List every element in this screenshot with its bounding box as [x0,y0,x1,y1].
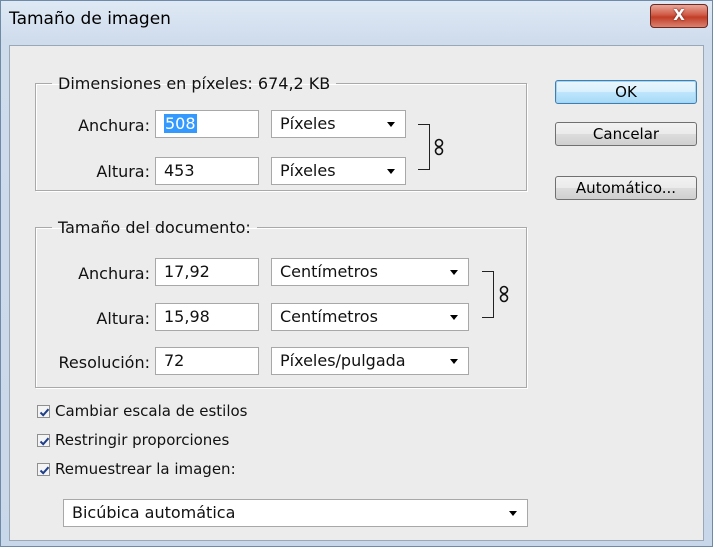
chevron-down-icon [450,359,458,364]
resolution-unit: Píxeles/pulgada [280,351,406,370]
chevron-down-icon [387,122,395,127]
pixel-width-unit-select[interactable]: Píxeles [271,110,406,138]
doc-width-input[interactable]: 17,92 [155,258,259,286]
doc-height-unit-select[interactable]: Centímetros [271,303,469,331]
doc-width-value: 17,92 [164,262,210,281]
constrain-checkbox[interactable] [37,434,50,447]
resample-checkbox[interactable] [37,463,50,476]
pixel-dimensions-legend: Dimensiones en píxeles: 674,2 KB [58,74,331,93]
pixel-width-value: 508 [164,114,197,133]
resolution-label: Resolución: [58,353,150,372]
scale-styles-checkbox[interactable] [37,405,50,418]
chevron-down-icon [387,169,395,174]
pixel-width-unit: Píxeles [280,114,336,133]
doc-width-unit-select[interactable]: Centímetros [271,258,469,286]
chevron-down-icon [450,270,458,275]
resolution-unit-select[interactable]: Píxeles/pulgada [271,347,469,375]
resolution-input[interactable]: 72 [155,347,259,375]
pixel-width-input[interactable]: 508 [155,110,259,138]
resolution-value: 72 [164,351,185,370]
constrain-label: Restringir proporciones [55,431,230,449]
pixel-height-unit-select[interactable]: Píxeles [271,157,406,185]
doc-height-label: Altura: [96,309,150,328]
pixel-height-input[interactable]: 453 [155,157,259,185]
chain-link-icon [499,285,509,303]
chevron-down-icon [450,315,458,320]
doc-width-label: Anchura: [78,264,150,283]
document-size-legend: Tamaño del documento: [58,218,251,237]
image-size-dialog: Tamaño de imagen X Dimensiones en píxele… [0,0,713,547]
cancel-button[interactable]: Cancelar [555,122,697,146]
window-title: Tamaño de imagen [9,9,171,29]
auto-button[interactable]: Automático... [555,176,697,200]
doc-height-value: 15,98 [164,307,210,326]
resample-method: Bicúbica automática [72,503,236,522]
pixel-constrain-bracket [418,124,430,170]
checkmark-icon [39,466,50,475]
pixel-height-value: 453 [164,161,195,180]
doc-height-unit: Centímetros [280,307,378,326]
resample-label: Remuestrear la imagen: [55,460,236,478]
pixel-width-label: Anchura: [78,116,150,135]
pixel-height-unit: Píxeles [280,161,336,180]
chain-link-icon [434,138,444,156]
close-icon: X [673,6,685,24]
doc-height-input[interactable]: 15,98 [155,303,259,331]
doc-width-unit: Centímetros [280,262,378,281]
scale-styles-label: Cambiar escala de estilos [55,402,248,420]
doc-constrain-bracket [482,271,494,318]
checkmark-icon [39,437,50,446]
checkmark-icon [39,408,50,417]
ok-button[interactable]: OK [555,80,697,104]
dialog-body: Dimensiones en píxeles: 674,2 KB Anchura… [9,45,704,541]
title-bar[interactable]: Tamaño de imagen X [1,1,712,45]
pixel-height-label: Altura: [96,162,150,181]
chevron-down-icon [509,511,517,516]
close-button[interactable]: X [650,4,708,28]
resample-method-select[interactable]: Bicúbica automática [63,499,528,527]
